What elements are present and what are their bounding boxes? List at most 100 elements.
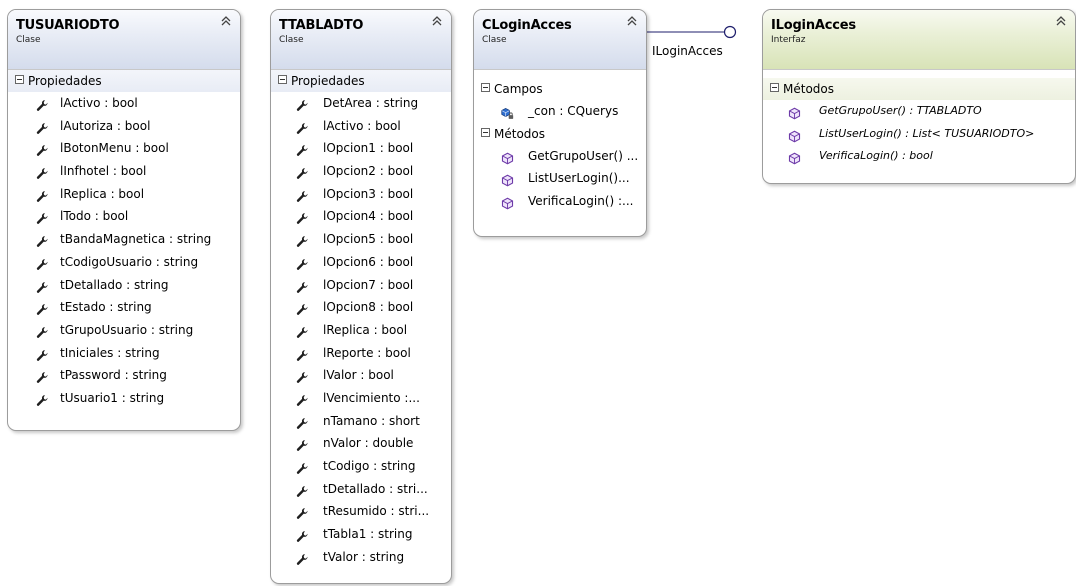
section-methods[interactable]: Métodos	[763, 78, 1075, 100]
method-row[interactable]: GetGrupoUser() : TTABLADTO	[763, 100, 1075, 123]
property-row[interactable]: nValor : double	[271, 432, 451, 455]
property-row[interactable]: lOpcion8 : bool	[271, 296, 451, 319]
section-label: Métodos	[494, 126, 545, 141]
property-wrench-icon	[296, 437, 309, 452]
member-list: GetGrupoUser() : TTABLADTO ListUserLogin(…	[763, 100, 1075, 174]
property-row[interactable]: lInfhotel : bool	[8, 160, 240, 183]
method-row[interactable]: GetGrupoUser() ...	[474, 145, 646, 168]
member-label: tTabla1 : string	[323, 527, 413, 542]
property-row[interactable]: tTabla1 : string	[271, 523, 451, 546]
field-row[interactable]: _con : CQuerys	[474, 100, 646, 123]
property-row[interactable]: lReporte : bool	[271, 342, 451, 365]
property-row[interactable]: lOpcion1 : bool	[271, 137, 451, 160]
property-wrench-icon	[296, 369, 309, 384]
property-row[interactable]: nTamano : short	[271, 410, 451, 433]
member-list: GetGrupoUser() ... ListUserLogin()... Veri…	[474, 145, 646, 219]
class-name: TTABLADTO	[279, 18, 364, 33]
section-properties[interactable]: Propiedades	[271, 70, 451, 92]
property-wrench-icon	[296, 483, 309, 497]
property-row[interactable]: lVencimiento :...	[271, 387, 451, 410]
property-row[interactable]: tResumido : stri...	[271, 500, 451, 523]
method-cube-icon	[788, 128, 801, 143]
member-label: lTodo : bool	[60, 209, 129, 224]
collapse-section-icon[interactable]	[481, 83, 490, 92]
property-row[interactable]: lActivo : bool	[271, 115, 451, 138]
property-row[interactable]: lOpcion6 : bool	[271, 251, 451, 274]
member-label: DetArea : string	[323, 96, 419, 110]
class-kind: Clase	[16, 35, 41, 45]
collapse-section-icon[interactable]	[481, 127, 490, 137]
collapse-chevron-icon[interactable]	[430, 14, 444, 28]
interface-box-iloginacces[interactable]: ILoginAcces Interfaz Métodos GetGrupoUse…	[762, 9, 1076, 184]
class-header[interactable]: TTABLADTO Clase	[271, 10, 451, 70]
property-row[interactable]: lOpcion5 : bool	[271, 228, 451, 251]
property-wrench-icon	[296, 165, 309, 179]
collapse-chevron-icon[interactable]	[625, 14, 639, 28]
property-wrench-icon	[36, 165, 49, 179]
property-row[interactable]: tBandaMagnetica : string	[8, 228, 240, 251]
member-list: DetArea : string lActivo : bool lOpcion1 :…	[271, 92, 451, 574]
property-row[interactable]: lActivo : bool	[8, 92, 240, 115]
property-row[interactable]: tEstado : string	[8, 296, 240, 319]
property-row[interactable]: tIniciales : string	[8, 342, 240, 365]
collapse-section-icon[interactable]	[770, 83, 779, 92]
collapse-chevron-icon[interactable]	[1054, 14, 1068, 28]
property-row[interactable]: tValor : string	[271, 546, 451, 569]
member-label: tCodigoUsuario : string	[60, 254, 199, 269]
collapse-chevron-icon[interactable]	[219, 14, 233, 28]
class-box-ttabladto[interactable]: TTABLADTO Clase Propiedades DetArea : st…	[270, 9, 452, 584]
class-kind: Clase	[482, 35, 507, 45]
member-label: nValor : double	[323, 436, 414, 451]
property-row[interactable]: lReplica : bool	[8, 183, 240, 206]
member-label: lOpcion2 : bool	[323, 164, 414, 179]
property-row[interactable]: lOpcion4 : bool	[271, 205, 451, 228]
property-wrench-icon	[36, 142, 49, 157]
member-label: GetGrupoUser() : TTABLADTO	[819, 104, 982, 117]
property-row[interactable]: lOpcion3 : bool	[271, 183, 451, 206]
property-row[interactable]: tGrupoUsuario : string	[8, 319, 240, 342]
method-row[interactable]: ListUserLogin() : List< TUSUARIODTO>	[763, 123, 1075, 146]
member-list: lActivo : bool lAutoriza : bool lBotonMenu…	[8, 92, 240, 416]
class-box-tusuariodto[interactable]: TUSUARIODTO Clase Propiedades lActivo : …	[7, 9, 241, 431]
property-row[interactable]: lAutoriza : bool	[8, 115, 240, 138]
member-label: ListUserLogin() : List< TUSUARIODTO>	[819, 126, 1035, 140]
property-row[interactable]: lTodo : bool	[8, 205, 240, 228]
property-row[interactable]: lValor : bool	[271, 364, 451, 387]
property-row[interactable]: tDetallado : string	[8, 274, 240, 297]
member-label: lOpcion5 : bool	[323, 232, 414, 247]
section-properties[interactable]: Propiedades	[8, 70, 240, 92]
property-row[interactable]: tCodigoUsuario : string	[8, 251, 240, 274]
property-wrench-icon	[36, 369, 49, 384]
property-row[interactable]: tDetallado : stri...	[271, 478, 451, 501]
collapse-section-icon[interactable]	[278, 75, 287, 84]
class-box-cloginacces[interactable]: CLoginAcces Clase Campos _con : CQuerys …	[473, 9, 647, 237]
property-wrench-icon	[296, 233, 309, 248]
property-row[interactable]: tCodigo : string	[271, 455, 451, 478]
property-wrench-icon	[296, 279, 309, 293]
section-methods[interactable]: Métodos	[474, 123, 646, 145]
class-header[interactable]: CLoginAcces Clase	[474, 10, 646, 70]
member-label: lOpcion1 : bool	[323, 141, 414, 156]
method-row[interactable]: ListUserLogin()...	[474, 167, 646, 190]
property-row[interactable]: lOpcion2 : bool	[271, 160, 451, 183]
property-row[interactable]: lOpcion7 : bool	[271, 274, 451, 297]
property-row[interactable]: lBotonMenu : bool	[8, 137, 240, 160]
method-row[interactable]: VerificaLogin() :...	[474, 190, 646, 213]
section-fields[interactable]: Campos	[474, 78, 646, 100]
member-label: tPassword : string	[60, 368, 167, 383]
property-row[interactable]: lReplica : bool	[271, 319, 451, 342]
member-label: lActivo : bool	[323, 118, 401, 133]
property-row[interactable]: DetArea : string	[271, 92, 451, 115]
property-row[interactable]: tPassword : string	[8, 364, 240, 387]
property-row[interactable]: tUsuario1 : string	[8, 387, 240, 410]
member-label: VerificaLogin() :...	[528, 194, 634, 209]
class-header[interactable]: TUSUARIODTO Clase	[8, 10, 240, 70]
member-label: tBandaMagnetica : string	[60, 232, 212, 247]
section-label: Propiedades	[28, 74, 102, 88]
method-row[interactable]: VerificaLogin() : bool	[763, 145, 1075, 168]
interface-header[interactable]: ILoginAcces Interfaz	[763, 10, 1075, 70]
collapse-section-icon[interactable]	[15, 75, 24, 84]
property-wrench-icon	[296, 301, 309, 316]
member-label: lInfhotel : bool	[60, 164, 147, 179]
section-label: Métodos	[783, 82, 834, 96]
